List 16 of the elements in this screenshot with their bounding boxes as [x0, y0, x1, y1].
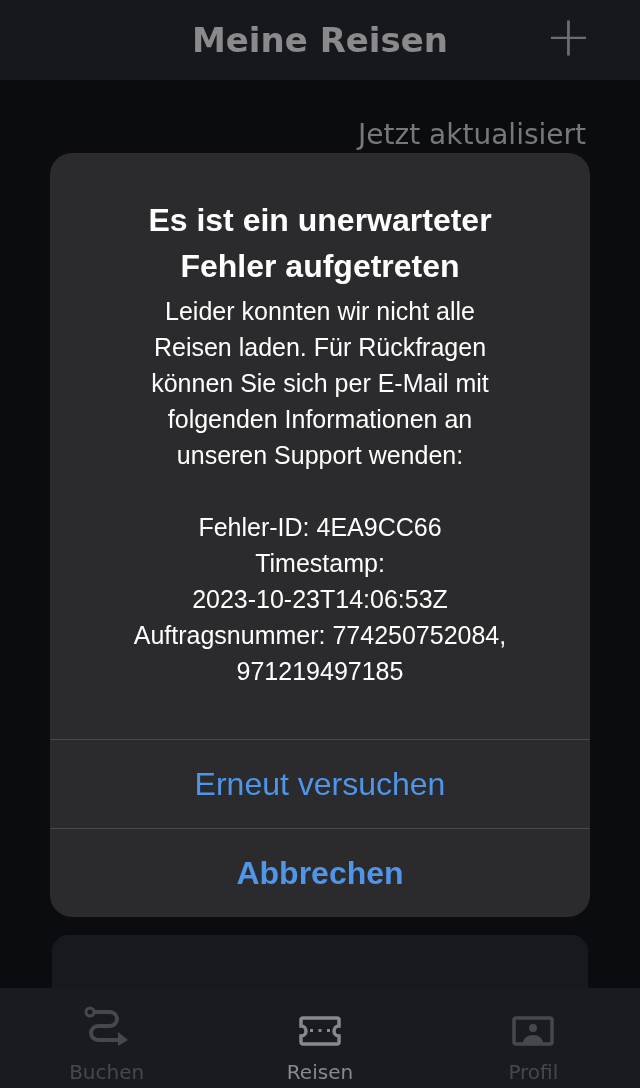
- dialog-message: Leider konnten wir nicht alle Reisen laden. Für Rückfragen können Sie sich per E-Mail mit folgenden Informationen an unseren Support wenden:: [150, 296, 490, 471]
- error-detail: 971219497185: [235, 656, 405, 687]
- retry-button[interactable]: Erneut versuchen: [50, 739, 590, 828]
- dialog-title: Es ist ein unerwarteter Fehler aufgetreten: [147, 201, 493, 286]
- tab[interactable]: Reisen: [213, 988, 427, 1088]
- error-detail: 2023-10-23T14:06:53Z: [191, 584, 449, 615]
- ticket-icon: [299, 1016, 341, 1046]
- route-icon: [83, 1006, 130, 1046]
- error-detail: Fehler-ID: 4EA9CC66: [197, 512, 443, 543]
- add-button[interactable]: +: [545, 8, 640, 72]
- cancel-button[interactable]: Abbrechen: [50, 828, 590, 917]
- profile-icon: [512, 1016, 555, 1046]
- error-detail: Auftragsnummer: 774250752084,: [132, 620, 508, 651]
- error-detail: Timestamp:: [254, 548, 386, 579]
- page-title: Meine Reisen: [192, 20, 448, 60]
- refresh-status: Jetzt aktualisiert: [358, 118, 586, 151]
